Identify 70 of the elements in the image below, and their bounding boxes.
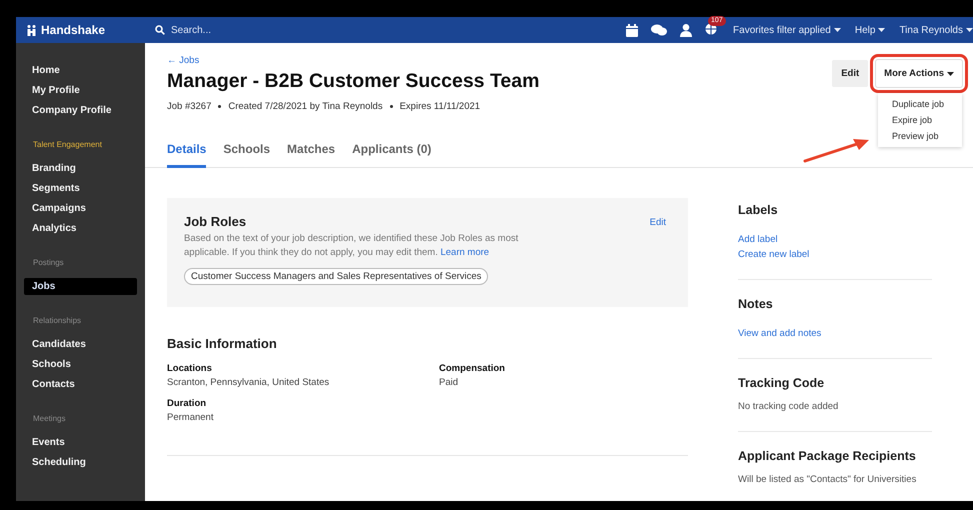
sidebar-item[interactable]: Contacts — [24, 376, 137, 393]
sidebar-item[interactable]: Scheduling — [24, 454, 137, 471]
nav-menu[interactable]: Tina Reynolds — [899, 24, 973, 36]
sidebar-item[interactable]: Branding — [24, 160, 137, 177]
tab[interactable]: Matches — [287, 142, 336, 168]
menu-item[interactable]: Duplicate job — [878, 96, 962, 112]
person-icon[interactable] — [680, 24, 692, 36]
sidebar-heading: Meetings — [33, 414, 66, 423]
menu-item[interactable]: Preview job — [878, 128, 962, 144]
section-title: Notes — [738, 297, 774, 311]
section-title: Tracking Code — [738, 376, 826, 390]
sidebar-heading: Relationships — [33, 316, 82, 325]
search-icon — [155, 25, 165, 35]
learn-more-link[interactable]: Learn more — [440, 247, 490, 258]
sidebar-item[interactable]: Schools — [24, 356, 137, 373]
field-value: Paid — [439, 377, 460, 388]
back-link[interactable]: ← Jobs — [167, 55, 540, 66]
edit-button[interactable]: Edit — [832, 60, 868, 87]
caret-icon — [966, 28, 973, 32]
sidebar-item[interactable]: Events — [24, 434, 137, 451]
section-title: Applicant Package Recipients — [738, 449, 917, 463]
side-link[interactable]: Create new label — [738, 247, 932, 262]
caret-icon — [947, 72, 954, 76]
field-label: Duration — [167, 398, 208, 409]
sidebar-heading: Postings — [33, 258, 65, 267]
brand-logo[interactable]: Handshake — [16, 23, 145, 37]
brand-name: Handshake — [41, 23, 106, 37]
annotation-arrow — [803, 136, 871, 164]
sidebar-item[interactable]: Analytics — [24, 220, 137, 237]
sidebar-heading: Talent Engagement — [33, 140, 103, 149]
section-title: Basic Information — [167, 336, 278, 351]
sidebar-item[interactable]: Candidates — [24, 336, 137, 353]
menu-item[interactable]: Expire job — [878, 112, 962, 128]
nav-menu[interactable]: Favorites filter applied — [733, 24, 841, 36]
description-text: Based on the text of your job description, we identified these Job Roles as most applicable. If you think they do not apply, you may edit them. Learn more — [184, 232, 520, 260]
field-value: Scranton, Pennsylvania, United States — [167, 377, 330, 388]
tab[interactable]: Applicants (0) — [352, 142, 432, 168]
side-link[interactable]: Add label — [738, 232, 932, 247]
job-role-tag: Customer Success Managers and Sales Representatives of Services — [184, 268, 488, 285]
tab[interactable]: Schools — [223, 142, 270, 168]
job-meta: Expires 11/11/2021 — [400, 101, 480, 112]
caret-icon — [834, 28, 841, 32]
info-text: Will be listed as "Contacts" for Universities — [738, 473, 918, 487]
field-value: Permanent — [167, 412, 214, 423]
sidebar-item[interactable]: Campaigns — [24, 200, 137, 217]
job-meta: Job #3267 — [167, 101, 212, 112]
calendar-icon[interactable] — [626, 24, 638, 36]
sidebar-item[interactable]: Home — [24, 62, 137, 79]
field-label: Compensation — [439, 363, 506, 374]
sidebar-item[interactable]: Jobs — [24, 278, 137, 295]
edit-link[interactable]: Edit — [650, 217, 666, 228]
job-meta: Created 7/28/2021 by Tina Reynolds — [228, 101, 383, 112]
sidebar-item[interactable]: My Profile — [24, 82, 137, 99]
info-text: No tracking code added — [738, 400, 840, 414]
separator-dot — [218, 105, 222, 108]
more-actions-button[interactable]: More Actions — [876, 60, 962, 87]
tab[interactable]: Details — [167, 142, 206, 168]
card-title: Job Roles — [184, 214, 246, 229]
job-title: Manager - B2B Customer Success Team — [167, 70, 540, 93]
chat-icon[interactable] — [651, 24, 668, 36]
field-label: Locations — [167, 363, 213, 374]
sidebar-item[interactable]: Segments — [24, 180, 137, 197]
separator-dot — [390, 105, 393, 108]
side-link[interactable]: View and add notes — [738, 326, 932, 341]
section-title: Labels — [738, 203, 779, 217]
search-field[interactable]: Search... — [171, 24, 291, 36]
caret-icon — [878, 28, 886, 32]
sidebar-item[interactable]: Company Profile — [24, 102, 137, 119]
nav-menu[interactable]: Help — [854, 24, 886, 36]
logo-icon — [27, 24, 38, 36]
